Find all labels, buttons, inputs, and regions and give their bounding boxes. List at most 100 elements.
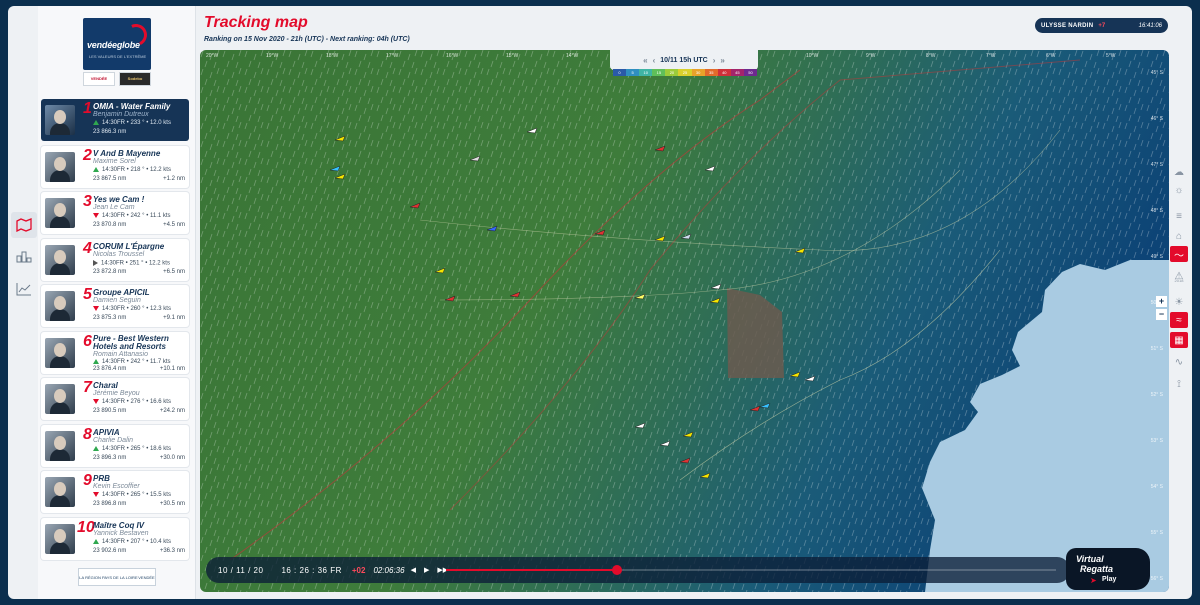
boat-name: V And B Mayenne: [93, 148, 161, 158]
tag-button[interactable]: ⌂: [1170, 228, 1188, 244]
boat-stats: 14:30FR • 242 ° • 11.7 kts: [93, 358, 171, 365]
sponsor-sodebo: Sodebo: [119, 72, 151, 86]
wind-button[interactable]: ～: [1170, 246, 1188, 262]
map-canvas: [200, 50, 1169, 592]
last-step-button[interactable]: »: [720, 56, 724, 65]
playback-speed[interactable]: +02: [352, 566, 366, 575]
leaderboard-card[interactable]: 10 Maître Coq IV Yannick Bestaven 14:30FR •…: [41, 517, 189, 560]
rail-ranking-button[interactable]: [11, 243, 37, 269]
boat-stats-text: 14:30FR • 218 ° • 12.2 kts: [102, 166, 171, 173]
layers-icon: ≡: [1176, 210, 1182, 222]
timezone-offset: +7: [1098, 22, 1106, 29]
wind-scale-legend: 0 5 10 15 20 25 30 35 40 45 50: [613, 69, 758, 76]
footer-logo-vendee: VENDÉE: [138, 574, 155, 580]
distance-to-finish: 23 866.3 nm: [93, 129, 127, 135]
rank-number: 7: [83, 379, 92, 396]
rail-map-button[interactable]: [11, 212, 37, 238]
boat-name: PRB: [93, 474, 110, 483]
app-frame: vendéeglobe LES VALEURS DE L'EXTRÊME VEN…: [8, 6, 1192, 599]
trend-down-icon: [93, 306, 99, 311]
playback-date: 10 / 11 / 20: [218, 565, 264, 575]
skipper-name: Charlie Dalin: [93, 436, 134, 444]
distance-to-leader: +6.5 nm: [163, 268, 185, 275]
boat-name: Groupe APICIL: [93, 288, 150, 297]
ranking-icon: [16, 251, 32, 263]
latitude-label: 52° S: [1150, 392, 1163, 398]
boat-name: Yes we Cam !: [93, 195, 145, 204]
tracking-map[interactable]: 20°W19°W18°W17°W16°W15°W14°W13°W12°W11°W…: [200, 50, 1169, 592]
sunrise-icon: ☼: [1174, 184, 1184, 196]
skipper-avatar: [45, 523, 75, 554]
leaderboard-card[interactable]: 1 OMIA - Water Family Benjamin Dutreux 14:3…: [41, 99, 189, 141]
longitude-label: 5°W: [1106, 53, 1116, 59]
play-arrow-icon: ➤: [1090, 576, 1097, 585]
cloud-icon: ☁: [1174, 166, 1184, 178]
rail-chart-button[interactable]: [11, 276, 37, 302]
grid-button[interactable]: ▦: [1170, 332, 1188, 348]
sun-icon: ☀: [1174, 296, 1184, 308]
trend-down-icon: [93, 399, 99, 404]
boat-stats: 14:30FR • 233 ° • 12.0 kts: [93, 120, 171, 126]
forecast-time-control: « ‹ 10/11 15h UTC › »: [610, 50, 758, 70]
leaderboard-card[interactable]: 4 CORUM L'Épargne Nicolas Troussel 14:30FR …: [41, 238, 189, 281]
sponsor-vendee: VENDÉE: [83, 72, 115, 86]
latitude-label: 49° S: [1150, 254, 1163, 260]
trend-up-icon: [93, 538, 99, 544]
rank-number: 4: [83, 239, 92, 257]
rank-number: 2: [83, 146, 92, 164]
playback-time: 16 : 26 : 36 FR: [281, 565, 342, 575]
skipper-name: Jean Le Cam: [93, 204, 135, 211]
playback-track[interactable]: [446, 565, 1056, 575]
wind-scale-step: 25: [678, 69, 692, 76]
distance-to-finish: 23 875.3 nm: [93, 315, 127, 321]
distance-to-finish: 23 890.5 nm: [93, 408, 127, 414]
leaderboard-card[interactable]: 2V And B Mayenne Maxime Sorel 14:30FR • 21…: [41, 145, 189, 188]
next-step-button[interactable]: ›: [713, 56, 716, 65]
skipper-avatar: [45, 105, 75, 135]
trend-down-icon: [93, 492, 99, 497]
longitude-label: 16°W: [446, 53, 459, 59]
distance-to-leader: +30.5 nm: [159, 501, 185, 507]
latitude-label: 46° S: [1150, 116, 1163, 122]
leaderboard-card[interactable]: 5 Groupe APICIL Damien Seguin 14:30FR • 260…: [41, 285, 189, 327]
wind-icon: ～: [1174, 250, 1184, 262]
page-title: Tracking map: [204, 14, 308, 31]
virtual-regatta-badge[interactable]: Virtual Regatta ➤ Play: [1066, 548, 1150, 590]
leaderboard-card[interactable]: 8 APIVIA Charlie Dalin 14:30FR • 265 ° • 18…: [41, 424, 189, 467]
play-button[interactable]: ▶: [424, 566, 429, 574]
boat-stats: 14:30FR • 276 ° • 16.6 kts: [93, 399, 171, 405]
latitude-label: 56° S: [1150, 576, 1163, 582]
boat-name: Charal: [93, 381, 118, 390]
rewind-button[interactable]: ◀: [411, 566, 416, 574]
prev-step-button[interactable]: ‹: [653, 56, 656, 65]
boat-stats: 14:30FR • 265 ° • 18.6 kts: [93, 445, 171, 452]
waves-button[interactable]: ≈: [1170, 312, 1188, 328]
leaderboard-card[interactable]: 7 Charal Jérémie Beyou 14:30FR • 276 ° • 16…: [41, 378, 189, 420]
layers-button[interactable]: ≡: [1170, 208, 1188, 224]
leaderboard-card[interactable]: 6 Pure - Best Western Hotels and Resorts R…: [41, 331, 189, 374]
leaderboard-card[interactable]: 3 Yes we Cam ! Jean Le Cam 14:30FR • 242 ° …: [41, 192, 189, 234]
playback-progress: [446, 569, 617, 571]
cloud-button[interactable]: ☁: [1170, 164, 1188, 180]
boat-stats: 14:30FR • 242 ° • 11.1 kts: [93, 213, 171, 219]
longitude-label: 9°W: [866, 53, 876, 59]
sunrise-button[interactable]: ☼: [1170, 182, 1188, 198]
boat-name: Pure - Best Western Hotels and Resorts: [93, 333, 169, 351]
skipper-avatar: [45, 151, 75, 182]
sun-button[interactable]: ☀: [1170, 294, 1188, 310]
zoom-in-button[interactable]: +: [1156, 296, 1167, 307]
first-step-button[interactable]: «: [643, 56, 647, 65]
skipper-avatar: [45, 291, 75, 321]
ice-zone-button[interactable]: ⚠ 2018: [1170, 268, 1188, 284]
cable-button[interactable]: ∿: [1170, 354, 1188, 370]
leaderboard-card[interactable]: 9 PRB Kevin Escoffier 14:30FR • 265 ° • 15.…: [41, 471, 189, 513]
wind-scale-step: 20: [665, 69, 679, 76]
skipper-avatar: [45, 198, 75, 228]
zoom-out-button[interactable]: −: [1156, 309, 1167, 320]
wind-scale-step: 5: [626, 69, 640, 76]
trend-up-icon: [93, 445, 99, 451]
leaderboard-sidebar: vendéeglobe LES VALEURS DE L'EXTRÊME VEN…: [38, 6, 196, 599]
zoom-controls: + −: [1156, 296, 1167, 322]
playback-handle[interactable]: [611, 565, 622, 575]
pressure-button[interactable]: ⟟: [1170, 376, 1188, 392]
